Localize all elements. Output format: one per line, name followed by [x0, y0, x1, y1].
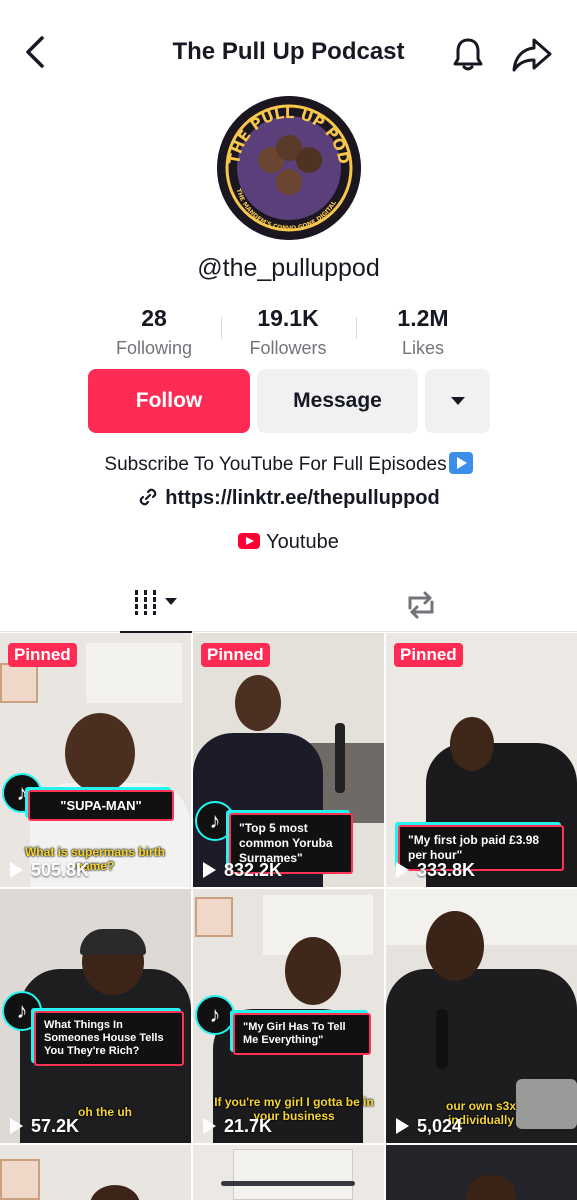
- stat-following[interactable]: 28 Following: [87, 305, 221, 359]
- top-bar: The Pull Up Podcast: [0, 0, 577, 100]
- link-text: https://linktr.ee/thepulluppod: [165, 487, 440, 509]
- profile-stats: 28 Following 19.1K Followers 1.2M Likes: [87, 305, 490, 363]
- video-thumbnail[interactable]: "Top 5 most common Yoruba Surnames" Pinn…: [193, 633, 384, 887]
- avatar[interactable]: THE PULL UP PODCAST THE MANDEM'S CONVO G…: [217, 96, 361, 240]
- stat-followers[interactable]: 19.1K Followers: [221, 305, 355, 359]
- profile-tabs: [0, 580, 577, 633]
- pinned-badge: Pinned: [201, 643, 270, 667]
- view-count: 505.8K: [10, 860, 89, 881]
- video-thumbnail[interactable]: "My first job paid £3.98 per hour" Pinne…: [386, 633, 577, 887]
- youtube-icon: [238, 533, 261, 549]
- view-count: 21.7K: [203, 1116, 272, 1137]
- person: [235, 675, 281, 731]
- stat-label: Likes: [401, 338, 445, 358]
- page-title: The Pull Up Podcast: [172, 38, 405, 65]
- wall-art: [0, 1159, 40, 1200]
- stat-likes[interactable]: 1.2M Likes: [356, 305, 490, 359]
- microphone: [335, 723, 345, 793]
- person: [90, 1185, 140, 1200]
- youtube-label: Youtube: [266, 531, 339, 553]
- person: [426, 911, 484, 981]
- view-count: 832.2K: [203, 860, 282, 881]
- username: @the_pulluppod: [197, 254, 380, 282]
- view-count: 333.8K: [396, 860, 475, 881]
- person: [450, 717, 494, 771]
- tab-reposts[interactable]: [404, 588, 438, 622]
- stat-label: Following: [115, 338, 193, 358]
- stat-value: 1.2M: [397, 305, 449, 331]
- home-indicator: [221, 1181, 355, 1186]
- tab-videos[interactable]: [120, 580, 192, 633]
- message-button[interactable]: Message: [257, 369, 418, 433]
- stat-value: 19.1K: [257, 305, 319, 331]
- share-icon[interactable]: [510, 34, 554, 74]
- youtube-link[interactable]: Youtube: [0, 531, 577, 554]
- wall-art: [0, 663, 38, 703]
- video-grid: "SUPA-MAN" What is supermans birth name?…: [0, 633, 577, 1200]
- podcast-logo: THE PULL UP PODCAST THE MANDEM'S CONVO G…: [217, 96, 361, 240]
- stat-value: 28: [141, 305, 167, 331]
- video-thumbnail[interactable]: [0, 1145, 191, 1200]
- videos-grid-icon: [135, 590, 177, 615]
- wall-art: [86, 643, 182, 703]
- repost-icon: [408, 591, 434, 619]
- video-thumbnail[interactable]: [193, 1145, 384, 1200]
- pinned-badge: Pinned: [8, 643, 77, 667]
- video-caption: What Things In Someones House Tells You …: [34, 1011, 184, 1066]
- wall-art: [195, 897, 233, 937]
- person: [285, 937, 341, 1005]
- wall-art: [233, 1149, 353, 1200]
- bio-link[interactable]: https://linktr.ee/thepulluppod: [0, 486, 577, 510]
- video-thumbnail[interactable]: What Things In Someones House Tells You …: [0, 889, 191, 1143]
- bell-icon[interactable]: [448, 34, 488, 74]
- microphone: [436, 1009, 448, 1069]
- play-button-emoji-icon: [448, 452, 473, 474]
- video-thumbnail[interactable]: "SUPA-MAN" What is supermans birth name?…: [0, 633, 191, 887]
- pinned-badge: Pinned: [394, 643, 463, 667]
- video-thumbnail[interactable]: our own s3x individually 5,024: [386, 889, 577, 1143]
- video-thumbnail[interactable]: "My Girl Has To Tell Me Everything" If y…: [193, 889, 384, 1143]
- video-caption: "SUPA-MAN": [28, 790, 174, 821]
- person: [65, 713, 135, 793]
- stat-label: Followers: [249, 338, 327, 358]
- video-caption: "My Girl Has To Tell Me Everything": [233, 1013, 371, 1055]
- person: [466, 1175, 516, 1200]
- beanie: [80, 929, 146, 955]
- triangle-down-icon: [450, 397, 465, 405]
- tiktok-logo-icon: [195, 995, 235, 1035]
- bio-text: Subscribe To YouTube For Full Episodes: [104, 454, 447, 475]
- view-count: 57.2K: [10, 1116, 79, 1137]
- more-options-button[interactable]: [425, 369, 490, 433]
- link-icon: [140, 488, 157, 506]
- follow-button[interactable]: Follow: [88, 369, 250, 433]
- video-thumbnail[interactable]: [386, 1145, 577, 1200]
- bio: Subscribe To YouTube For Full Episodes: [0, 452, 577, 476]
- view-count: 5,024: [396, 1116, 462, 1137]
